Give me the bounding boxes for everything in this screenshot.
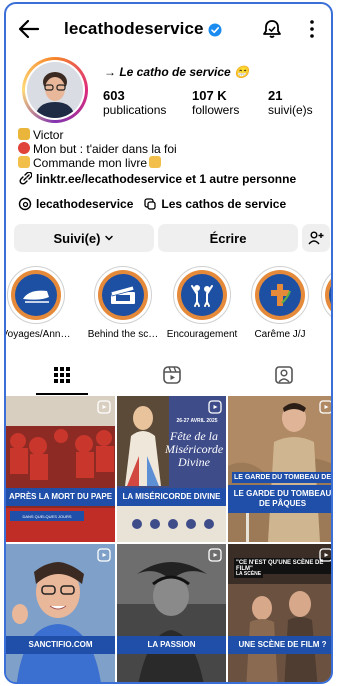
back-arrow-icon[interactable] [16,16,42,42]
suggest-user-button[interactable] [302,224,330,252]
target-emoji-icon [18,142,30,154]
threads-icon [18,197,32,211]
following-button-label: Suivi(e) [53,230,101,246]
following-button[interactable]: Suivi(e) [14,224,154,252]
post-date-overlay: 26-27 AVRIL 2025 [176,418,218,424]
stat-followers-label: followers [192,103,240,117]
stat-posts[interactable]: 603 publications [103,88,166,118]
pointing-hand-emoji-icon [149,156,162,168]
reel-icon [208,548,222,562]
add-person-icon [308,231,324,245]
cross-icon [271,284,291,306]
highlight-label: Voyages/Ann… [4,329,71,340]
message-button[interactable]: Écrire [158,224,298,252]
highlight-item[interactable]: Behind the sc… [88,266,158,340]
post-thumbnail[interactable]: LE GARDE DU TOMBEAU DE LE GARDE DU TOMBE… [228,396,332,542]
post-title-overlay: LE GARDE DU TOMBEAU DE [232,472,332,483]
community-name[interactable]: Les cathos de service [161,197,286,211]
reel-icon [319,548,331,562]
person-emoji-icon [18,128,30,140]
bio-line-text: Mon but : t'aider dans la foi [33,142,177,156]
more-options-icon[interactable] [306,18,318,40]
highlight-label: Carême J/J [254,329,306,340]
profile-bio: Victor Mon but : t'aider dans la foi Com… [18,128,328,170]
chevron-down-icon [105,235,114,241]
tagged-tab-icon[interactable] [273,364,295,386]
bio-line: Mon but : t'aider dans la foi [18,142,328,156]
active-tab-indicator [36,393,88,395]
svg-text:DANS QUELQUES JOURS: DANS QUELQUES JOURS [22,514,71,519]
profile-badges-row: lecathodeservice Les cathos de service [18,197,286,211]
highlight-item[interactable]: Carême J/J [248,266,312,340]
profile-display-name: → Le catho de service 😁 [104,65,249,79]
stat-followers[interactable]: 107 K followers [192,88,239,118]
stat-following-value: 21 [268,88,283,103]
bio-line: Commande mon livre [18,156,328,170]
highlight-item[interactable]: Encouragement [167,266,237,340]
bio-line-text: Victor [33,128,64,142]
grid-tab-icon[interactable] [51,364,73,386]
profile-tabs [6,356,331,396]
post-subtitle-overlay: LA SCÈNE [234,570,264,578]
profile-avatar[interactable] [22,57,88,123]
verified-badge-icon [208,23,222,37]
top-bar: lecathodeservice [6,4,331,56]
post-caption: SANCTIFIO.COM [6,636,115,654]
notifications-bell-icon[interactable] [261,18,283,40]
community-icon [144,198,157,210]
profile-link[interactable]: linktr.ee/lecathodeservice et 1 autre pe… [18,172,296,186]
encouragement-people-icon [191,285,213,307]
pointing-hand-emoji-icon [18,156,30,168]
post-caption: LA MISÉRICORDE DIVINE [117,488,226,506]
highlight-item[interactable]: Voyages/Ann… [6,266,70,340]
reels-tab-icon[interactable] [161,364,183,386]
link-icon [19,172,32,185]
post-thumbnail[interactable]: Fête de la Miséricorde Divine 26-27 AVRI… [117,396,226,542]
post-caption: APRÈS LA MORT DU PAPE [6,488,115,506]
highlight-item[interactable] [318,266,331,324]
profile-username: lecathodeservice [64,19,204,38]
post-title-overlay: Fête de la Miséricorde Divine [165,429,224,469]
stat-following-label: suivi(e)s [268,103,313,117]
bio-line-text: Commande mon livre [33,156,148,170]
reel-icon [97,400,111,414]
reel-icon [208,400,222,414]
reel-icon [97,548,111,562]
profile-screen: lecathodeservice → Le catho de service 😁… [4,2,333,684]
post-caption: LA PASSION [117,636,226,654]
profile-link-text: linktr.ee/lecathodeservice et 1 autre pe… [36,172,297,186]
bio-line: Victor [18,128,328,142]
message-button-label: Écrire [209,230,247,246]
post-thumbnail[interactable]: "CE N'EST QU'UNE SCÈNE DE FILM" LA SCÈNE… [228,544,331,682]
highlight-label: Behind the sc… [87,329,159,340]
post-thumbnail[interactable]: LA PASSION [117,544,226,682]
train-icon [23,290,49,303]
avatar-photo [27,62,83,118]
highlight-label: Encouragement [166,329,238,340]
stat-posts-value: 603 [103,88,125,103]
stat-following[interactable]: 21 suivi(e)s [268,88,313,118]
stat-followers-value: 107 K [192,88,227,103]
threads-handle[interactable]: lecathodeservice [36,197,133,211]
post-caption: LE GARDE DU TOMBEAU DE PÂQUES [228,485,331,513]
post-caption: UNE SCÈNE DE FILM ? [228,636,331,654]
clapperboard-icon [110,285,135,304]
stat-posts-label: publications [103,103,167,117]
reel-icon [319,400,331,414]
post-thumbnail[interactable]: SANCTIFIO.COM [6,544,115,682]
post-thumbnail[interactable]: DANS QUELQUES JOURS APRÈS LA MORT DU PAP… [6,396,115,542]
